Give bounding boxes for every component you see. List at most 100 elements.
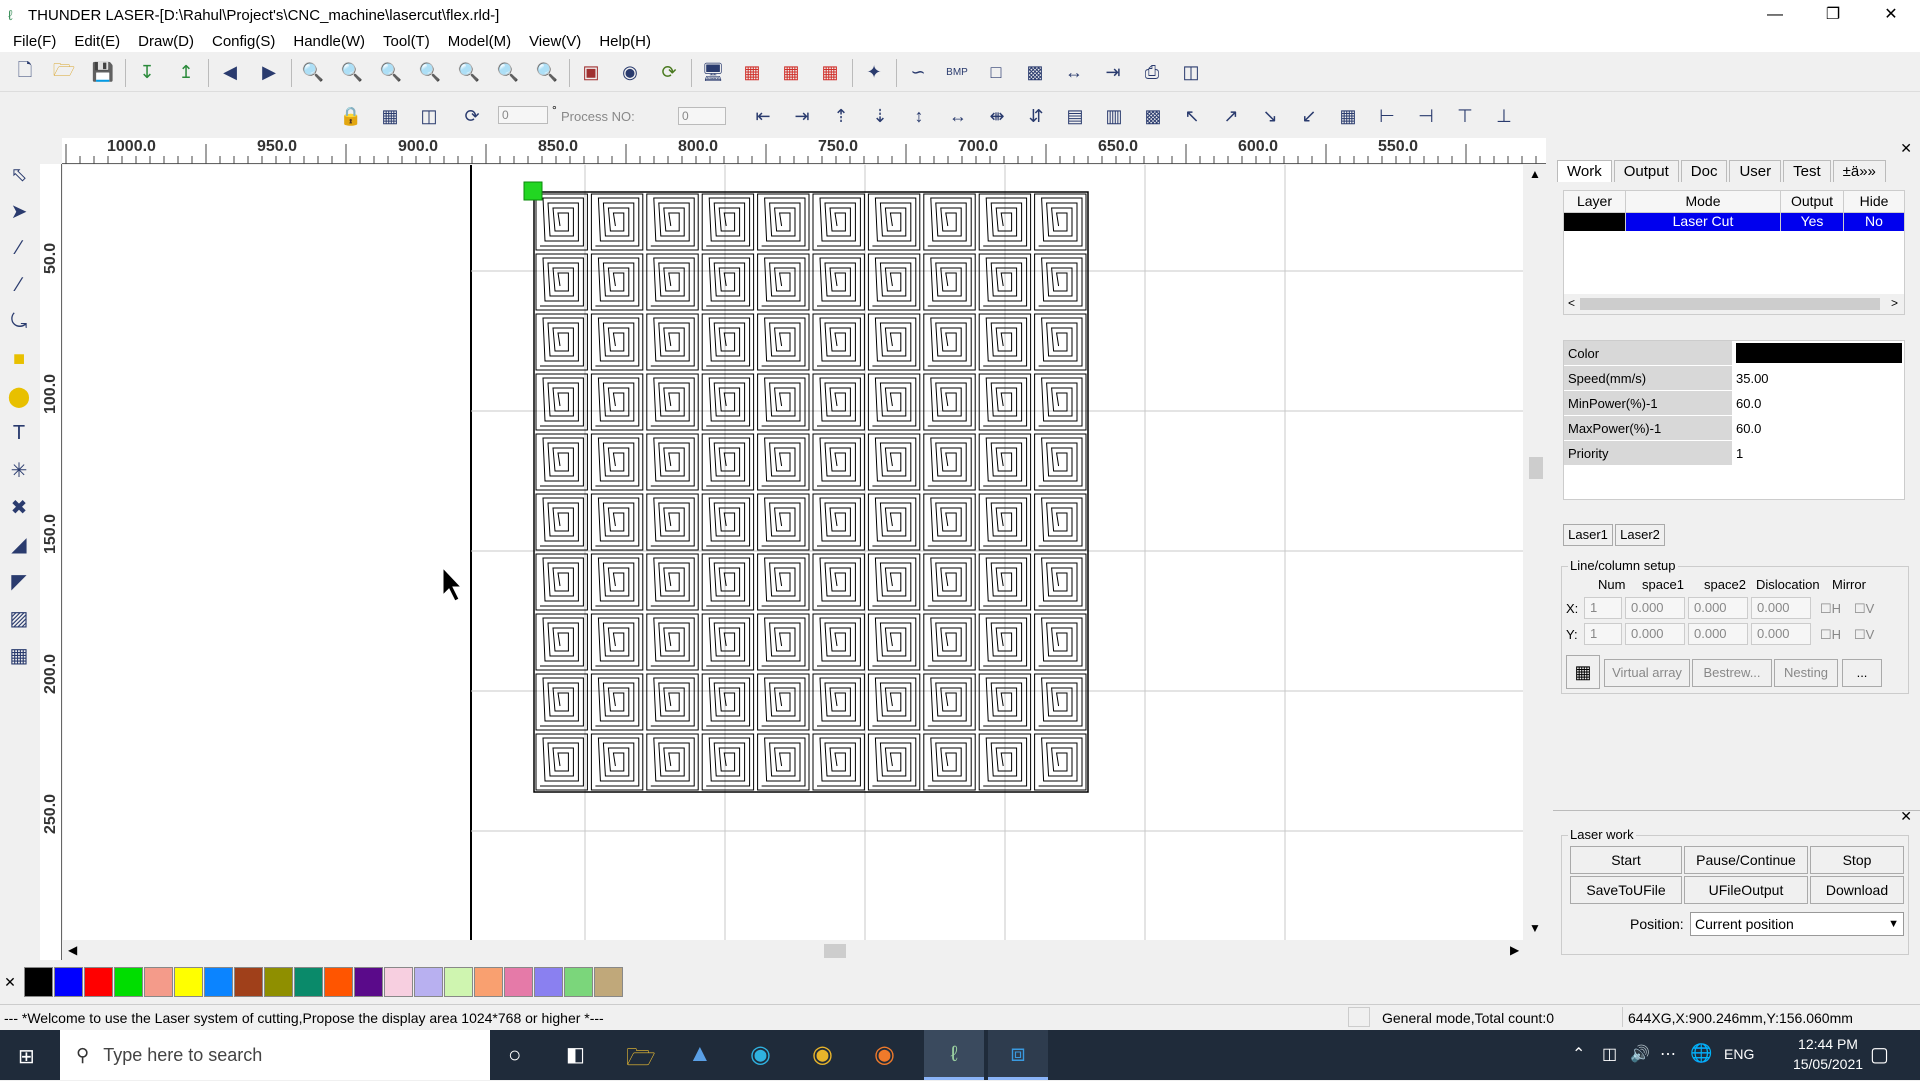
menu-draw[interactable]: Draw(D) (129, 33, 203, 50)
x-mirror-h-checkbox[interactable]: ☐H (1820, 601, 1841, 617)
color-swatch[interactable] (144, 967, 173, 997)
task-view-icon[interactable]: ◧ (566, 1042, 585, 1067)
point-tool-icon[interactable]: ✳ (4, 455, 34, 485)
color-swatch[interactable] (24, 967, 53, 997)
color-swatch[interactable] (264, 967, 293, 997)
zoom-window-icon[interactable]: 🔍 (495, 60, 521, 86)
color-swatch[interactable] (564, 967, 593, 997)
select-tool-icon[interactable]: ⬁ (4, 159, 34, 189)
zoom-out-icon[interactable]: 🔍 (378, 60, 404, 86)
clock-date[interactable]: 15/05/2021 (1778, 1056, 1878, 1072)
y-num-input[interactable]: 1 (1584, 623, 1622, 645)
start-button[interactable]: Start (1570, 846, 1682, 874)
prop-priority-value[interactable]: 1 (1732, 441, 1904, 465)
taskbar-search[interactable]: ⚲ Type here to search (60, 1030, 490, 1080)
space-h-icon[interactable]: ⇼ (984, 103, 1010, 129)
save-icon[interactable]: 💾 (90, 60, 116, 86)
redo-icon[interactable]: ▶ (256, 60, 282, 86)
align-icon[interactable]: ↔ (1061, 60, 1087, 86)
move-top-right-icon[interactable]: ↗ (1218, 103, 1244, 129)
lock-ratio-icon[interactable]: 🔒 (338, 103, 364, 129)
laser1-tab[interactable]: Laser1 (1563, 524, 1613, 546)
y-mirror-h-checkbox[interactable]: ☐H (1820, 627, 1841, 643)
menu-edit[interactable]: Edit(E) (65, 33, 129, 50)
polyline-tool-icon[interactable]: ∕ (4, 270, 34, 300)
smooth-icon[interactable]: ▦ (778, 60, 804, 86)
frame-icon[interactable]: ▣ (578, 60, 604, 86)
node-icon[interactable]: ▩ (1022, 60, 1048, 86)
distribute-icon[interactable]: ⇥ (1100, 60, 1126, 86)
point-icon[interactable]: ◉ (617, 60, 643, 86)
open-folder-icon[interactable]: 🗁 (51, 60, 77, 86)
prop-color-value[interactable] (1732, 341, 1904, 365)
color-swatch[interactable] (174, 967, 203, 997)
cortana-icon[interactable]: ○ (508, 1042, 521, 1068)
combine-icon[interactable]: ▦ (817, 60, 843, 86)
layer-row[interactable]: Laser Cut Yes No (1564, 213, 1904, 231)
prop-maxpower-value[interactable]: 60.0 (1732, 416, 1904, 440)
array-tool-icon[interactable]: ▦ (4, 640, 34, 670)
align-right-icon[interactable]: ⇥ (789, 103, 815, 129)
edge-icon[interactable]: ◉ (750, 1040, 771, 1069)
new-file-icon[interactable]: 🗋 (12, 60, 38, 86)
ufile-output-button[interactable]: UFileOutput (1684, 876, 1808, 904)
menu-view[interactable]: View(V) (520, 33, 590, 50)
color-swatch[interactable] (534, 967, 563, 997)
tab-output[interactable]: Output (1613, 160, 1679, 182)
import-icon[interactable]: ↧ (134, 60, 160, 86)
text-tool-icon[interactable]: T (4, 418, 34, 448)
process-no-input[interactable] (678, 107, 726, 125)
app-icon-blue[interactable]: ▲ (688, 1040, 712, 1068)
color-swatch[interactable] (474, 967, 503, 997)
zoom-page-icon[interactable]: 🔍 (417, 60, 443, 86)
prop-minpower-value[interactable]: 60.0 (1732, 391, 1904, 415)
minimize-button[interactable]: — (1746, 0, 1804, 30)
bestrew-button[interactable]: Bestrew... (1692, 659, 1772, 687)
space-v-icon[interactable]: ⇵ (1023, 103, 1049, 129)
x-mirror-v-checkbox[interactable]: ☐V (1854, 601, 1874, 617)
color-swatch[interactable] (384, 967, 413, 997)
optimize-icon[interactable]: ▦ (739, 60, 765, 86)
same-size-icon[interactable]: ▩ (1140, 103, 1166, 129)
x-dislocation-input[interactable]: 0.000 (1751, 597, 1811, 619)
network-icon[interactable]: ⋯ (1660, 1044, 1676, 1064)
print-icon[interactable]: ⎙ (1139, 60, 1165, 86)
delete-tool-icon[interactable]: ✖ (4, 492, 34, 522)
mirror-v-icon[interactable]: ◤ (4, 566, 34, 596)
more-button[interactable]: ... (1842, 659, 1882, 687)
nesting-button[interactable]: Nesting (1774, 659, 1838, 687)
tray-chevron-icon[interactable]: ⌃ (1572, 1044, 1585, 1064)
chrome-icon[interactable]: ◉ (812, 1040, 833, 1069)
stop-button[interactable]: Stop (1810, 846, 1904, 874)
file-explorer-icon[interactable]: 🗁 (626, 1040, 656, 1081)
mirror-h-icon[interactable]: ◢ (4, 529, 34, 559)
move-center-icon[interactable]: ▦ (1335, 103, 1361, 129)
color-swatch[interactable] (84, 967, 113, 997)
color-swatch[interactable] (294, 967, 323, 997)
panel-icon[interactable]: ◫ (1178, 60, 1204, 86)
thunder-laser-taskbar-icon[interactable]: ℓ (924, 1030, 984, 1080)
horizontal-scrollbar[interactable]: ◀ ▶ (62, 940, 1524, 962)
path-icon[interactable]: ⟳ (656, 60, 682, 86)
color-swatch[interactable] (234, 967, 263, 997)
move-top-left-icon[interactable]: ↖ (1179, 103, 1205, 129)
page-left-icon[interactable]: ⊢ (1374, 103, 1400, 129)
x-space2-input[interactable]: 0.000 (1688, 597, 1748, 619)
zoom-fit-icon[interactable]: 🔍 (300, 60, 326, 86)
select-box-icon[interactable]: ◫ (416, 103, 442, 129)
position-select[interactable]: Current position ▼ (1690, 912, 1904, 936)
curve-tool-icon[interactable]: ⤿ (4, 307, 34, 337)
align-top-icon[interactable]: ⇡ (828, 103, 854, 129)
export-icon[interactable]: ↥ (173, 60, 199, 86)
menu-handle[interactable]: Handle(W) (284, 33, 374, 50)
color-swatch[interactable] (414, 967, 443, 997)
x-num-input[interactable]: 1 (1584, 597, 1622, 619)
close-laserwork-icon[interactable]: ✕ (1900, 808, 1912, 825)
bmp-icon[interactable]: BMP (944, 60, 970, 86)
undo-icon[interactable]: ◀ (217, 60, 243, 86)
pause-continue-button[interactable]: Pause/Continue (1684, 846, 1808, 874)
zoom-all-icon[interactable]: 🔍 (534, 60, 560, 86)
same-height-icon[interactable]: ▥ (1101, 103, 1127, 129)
language-indicator[interactable]: ENG (1724, 1046, 1754, 1062)
menu-config[interactable]: Config(S) (203, 33, 284, 50)
